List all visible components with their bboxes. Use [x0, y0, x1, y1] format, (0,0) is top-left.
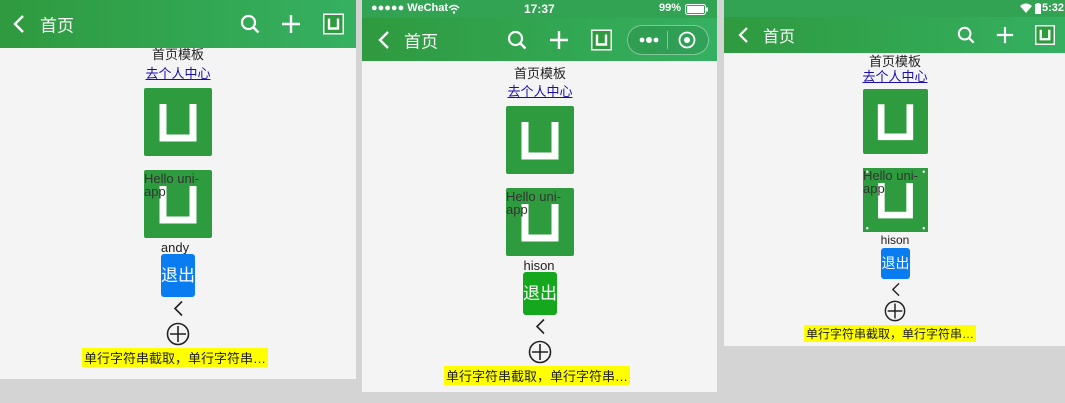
battery-percent: 99%	[659, 2, 682, 14]
search-icon[interactable]	[507, 30, 527, 50]
logo-image	[863, 89, 928, 154]
navigation-bar: 首页	[724, 17, 1065, 53]
status-bar: ●●●●● WeChat 17:37 99%	[362, 0, 717, 18]
more-dots-icon[interactable]	[638, 35, 660, 45]
hello-text: Hello uni-app	[144, 171, 199, 199]
phone-panel-android: 5:32 首页 首页模板 去个人中心 Hello uni-app hison 退…	[724, 0, 1065, 346]
template-title: 首页模板	[151, 47, 205, 62]
chevron-left-icon[interactable]	[890, 282, 901, 297]
logout-button[interactable]: 退出	[523, 272, 557, 315]
logo-image	[506, 106, 574, 174]
logo-image	[144, 88, 212, 156]
u-logo-icon[interactable]	[1035, 25, 1055, 45]
battery-icon	[1035, 3, 1041, 14]
plus-icon[interactable]	[996, 26, 1014, 44]
logout-button[interactable]: 退出	[881, 248, 910, 279]
u-logo-icon[interactable]	[591, 29, 612, 50]
plus-icon[interactable]	[549, 30, 569, 50]
back-icon[interactable]	[377, 30, 391, 50]
profile-link[interactable]: 去个人中心	[507, 81, 572, 100]
username: hison	[880, 233, 910, 247]
ellipsis-text: 单行字符串截取，单行字符串…	[444, 366, 631, 385]
nav-title: 首页	[763, 29, 796, 46]
ellipsis-text: 单行字符串截取，单行字符串…	[804, 325, 977, 342]
nav-title: 首页	[40, 16, 74, 36]
search-icon[interactable]	[957, 26, 975, 44]
nav-title: 首页	[404, 32, 438, 51]
navigation-bar: 首页	[0, 0, 356, 48]
wifi-icon	[448, 4, 460, 14]
carrier-label: ●●●●● WeChat	[371, 2, 449, 14]
mini-program-capsule[interactable]	[627, 25, 709, 55]
chevron-left-icon[interactable]	[172, 300, 184, 317]
profile-link[interactable]: 去个人中心	[145, 63, 210, 82]
u-logo-icon[interactable]	[323, 13, 344, 35]
close-target-icon[interactable]	[678, 31, 696, 49]
chevron-left-icon[interactable]	[534, 318, 546, 335]
profile-link[interactable]: 去个人中心	[862, 66, 927, 85]
search-icon[interactable]	[240, 14, 260, 34]
status-time: 5:32	[1042, 2, 1065, 14]
back-icon[interactable]	[12, 14, 26, 34]
hello-text: Hello uni-app	[506, 189, 561, 217]
username: hison	[523, 258, 555, 273]
hello-text: Hello uni-app	[863, 168, 918, 196]
wifi-icon	[1020, 3, 1032, 13]
plus-icon[interactable]	[281, 14, 301, 34]
back-icon[interactable]	[737, 26, 749, 44]
ellipsis-text: 单行字符串截取，单行字符串…	[82, 348, 269, 367]
phone-panel-h5: 首页 首页模板 去个人中心 Hello uni-app andy 退出 单行字符…	[0, 0, 356, 379]
battery-icon	[685, 4, 708, 15]
circle-plus-icon[interactable]	[884, 300, 906, 322]
template-title: 首页模板	[513, 66, 567, 81]
username: andy	[160, 240, 190, 255]
status-time: 17:37	[524, 2, 555, 16]
phone-panel-wechat: ●●●●● WeChat 17:37 99% 首页 首页模板 去个人中心 Hel…	[362, 0, 717, 392]
circle-plus-icon[interactable]	[528, 340, 552, 364]
circle-plus-icon[interactable]	[166, 322, 190, 346]
status-bar: 5:32	[724, 0, 1065, 17]
navigation-bar: 首页	[362, 18, 717, 61]
logout-button[interactable]: 退出	[161, 254, 195, 297]
